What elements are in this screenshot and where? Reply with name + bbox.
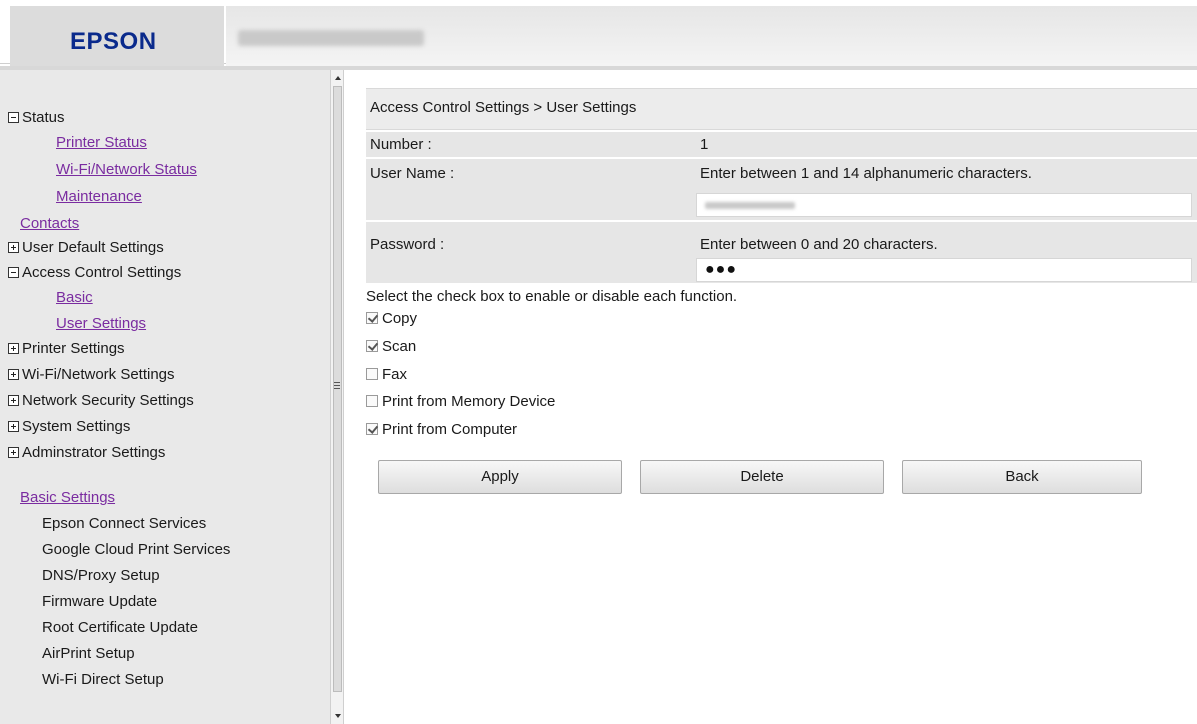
sidebar-item-label: Access Control Settings <box>22 264 182 281</box>
password-hint: Enter between 0 and 20 characters. <box>700 236 938 253</box>
function-checkbox-print-from-memory-device[interactable]: Print from Memory Device <box>366 391 555 413</box>
sidebar-item-printer-status[interactable]: Printer Status <box>56 131 147 155</box>
sidebar-item-user-default-settings[interactable]: User Default Settings <box>8 236 164 260</box>
sidebar-scrollbar[interactable] <box>330 70 344 724</box>
page-title-bar: Access Control Settings > User Settings <box>366 88 1197 130</box>
sidebar-item-printer-settings[interactable]: Printer Settings <box>8 337 125 361</box>
sidebar-item-wifi-direct-setup[interactable]: Wi-Fi Direct Setup <box>42 668 164 692</box>
model-name-redacted <box>238 30 424 46</box>
checkbox-unchecked-icon[interactable] <box>366 395 378 407</box>
sidebar-item-dns-proxy[interactable]: DNS/Proxy Setup <box>42 564 160 588</box>
username-input[interactable] <box>696 193 1192 217</box>
functions-hint: Select the check box to enable or disabl… <box>366 288 738 305</box>
function-checkbox-fax[interactable]: Fax <box>366 364 407 386</box>
sidebar-item-user-settings[interactable]: User Settings <box>56 312 146 336</box>
username-redacted-value <box>705 202 795 209</box>
function-checkbox-copy[interactable]: Copy <box>366 308 417 330</box>
sidebar-item-status[interactable]: Status <box>8 106 65 130</box>
header-bar: EPSON <box>0 0 1197 66</box>
username-label: User Name : <box>370 165 455 182</box>
username-hint: Enter between 1 and 14 alphanumeric char… <box>700 165 1032 182</box>
username-row: User Name : Enter between 1 and 14 alpha… <box>366 159 1197 221</box>
scroll-up-arrow-icon[interactable] <box>335 76 341 80</box>
sidebar-item-label: Wi-Fi/Network Settings <box>22 366 175 383</box>
expand-icon[interactable] <box>8 395 19 406</box>
sidebar-item-network-security-settings[interactable]: Network Security Settings <box>8 389 194 413</box>
expand-icon[interactable] <box>8 369 19 380</box>
sidebar-item-root-certificate-update[interactable]: Root Certificate Update <box>42 616 198 640</box>
collapse-icon[interactable] <box>8 267 19 278</box>
number-value: 1 <box>700 136 709 153</box>
sidebar-item-label: Status <box>22 109 65 126</box>
sidebar-item-label: Printer Settings <box>22 340 125 357</box>
checkbox-unchecked-icon[interactable] <box>366 368 378 380</box>
sidebar-item-administrator-settings[interactable]: Adminstrator Settings <box>8 441 165 465</box>
sidebar-item-google-cloud-print[interactable]: Google Cloud Print Services <box>42 538 230 562</box>
expand-icon[interactable] <box>8 242 19 253</box>
sidebar-item-firmware-update[interactable]: Firmware Update <box>42 590 157 614</box>
checkbox-label: Scan <box>382 338 417 355</box>
password-masked-value: ●●● <box>705 261 737 278</box>
checkbox-label: Copy <box>382 310 418 327</box>
checkbox-checked-icon[interactable] <box>366 312 378 324</box>
password-label: Password : <box>370 236 445 253</box>
expand-icon[interactable] <box>8 447 19 458</box>
logo-cell: EPSON <box>10 6 224 66</box>
sidebar-item-access-control-settings[interactable]: Access Control Settings <box>8 261 181 285</box>
sidebar-item-label: Network Security Settings <box>22 392 194 409</box>
sidebar-item-basic[interactable]: Basic <box>56 286 93 310</box>
sidebar-item-label: System Settings <box>22 418 131 435</box>
sidebar: Status Printer Status Wi-Fi/Network Stat… <box>0 70 330 724</box>
checkbox-checked-icon[interactable] <box>366 340 378 352</box>
function-checkbox-print-from-computer[interactable]: Print from Computer <box>366 419 517 441</box>
scroll-down-arrow-icon[interactable] <box>335 714 341 718</box>
sidebar-item-wifi-network-settings[interactable]: Wi-Fi/Network Settings <box>8 363 175 387</box>
checkbox-label: Print from Computer <box>382 421 518 438</box>
checkbox-checked-icon[interactable] <box>366 423 378 435</box>
back-button[interactable]: Back <box>902 460 1142 494</box>
main-content: Access Control Settings > User Settings … <box>356 70 1197 724</box>
model-name-cell <box>226 6 1197 66</box>
breadcrumb: Access Control Settings > User Settings <box>370 99 637 116</box>
scrollbar-grip-icon <box>334 382 340 390</box>
sidebar-item-basic-settings[interactable]: Basic Settings <box>20 486 115 510</box>
sidebar-item-airprint-setup[interactable]: AirPrint Setup <box>42 642 135 666</box>
sidebar-item-epson-connect[interactable]: Epson Connect Services <box>42 512 206 536</box>
number-row: Number : 1 <box>366 132 1197 158</box>
function-checkbox-scan[interactable]: Scan <box>366 336 416 358</box>
number-label: Number : <box>370 136 432 153</box>
expand-icon[interactable] <box>8 343 19 354</box>
sidebar-item-system-settings[interactable]: System Settings <box>8 415 130 439</box>
collapse-icon[interactable] <box>8 112 19 123</box>
checkbox-label: Print from Memory Device <box>382 393 556 410</box>
frame-splitter[interactable] <box>344 70 356 724</box>
sidebar-item-label: Adminstrator Settings <box>22 444 166 461</box>
expand-icon[interactable] <box>8 421 19 432</box>
sidebar-item-contacts[interactable]: Contacts <box>20 212 79 236</box>
sidebar-item-wifi-network-status[interactable]: Wi-Fi/Network Status <box>56 158 197 182</box>
sidebar-item-label: User Default Settings <box>22 239 164 256</box>
apply-button[interactable]: Apply <box>378 460 622 494</box>
checkbox-label: Fax <box>382 366 408 383</box>
password-input[interactable]: ●●● <box>696 258 1192 282</box>
sidebar-item-maintenance[interactable]: Maintenance <box>56 185 142 209</box>
password-row: Password : Enter between 0 and 20 charac… <box>366 222 1197 284</box>
epson-logo: EPSON <box>70 28 157 55</box>
delete-button[interactable]: Delete <box>640 460 884 494</box>
